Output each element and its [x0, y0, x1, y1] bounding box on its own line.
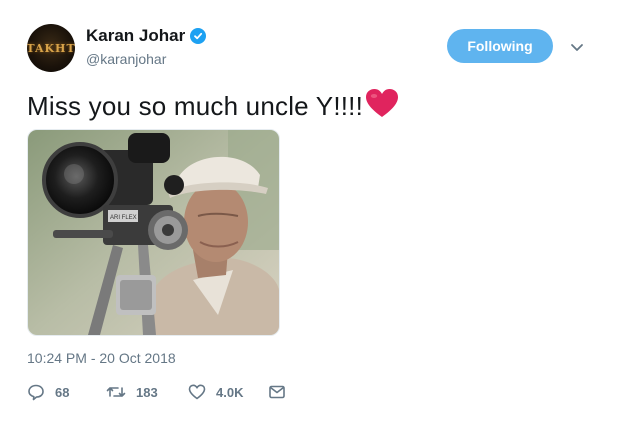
avatar[interactable]: TAKHT: [27, 24, 75, 72]
photo-image: ARI FLEX: [28, 130, 279, 335]
svg-text:ARI FLEX: ARI FLEX: [110, 215, 137, 221]
reply-button[interactable]: 68: [27, 383, 106, 401]
like-icon: [188, 383, 206, 401]
retweet-count: 183: [136, 384, 158, 400]
reply-icon: [27, 383, 45, 401]
tweet-text: Miss you so much uncle Y!!!!: [27, 88, 399, 125]
like-button[interactable]: 4.0K: [188, 383, 268, 401]
direct-message-button[interactable]: [268, 383, 286, 401]
user-handle[interactable]: @karanjohar: [86, 51, 166, 67]
retweet-icon: [106, 383, 126, 401]
retweet-button[interactable]: 183: [106, 383, 188, 401]
tweet-photo[interactable]: ARI FLEX: [27, 129, 280, 336]
following-button[interactable]: Following: [447, 29, 553, 63]
tweet-text-content: Miss you so much uncle Y!!!!: [27, 91, 364, 121]
verified-badge-icon: [190, 28, 207, 44]
chevron-down-icon[interactable]: [568, 38, 586, 56]
author-name-row[interactable]: Karan Johar: [86, 26, 207, 46]
direct-message-icon: [268, 383, 286, 401]
avatar-logo-text: TAKHT: [27, 41, 75, 55]
display-name[interactable]: Karan Johar: [86, 26, 185, 46]
reply-count: 68: [55, 384, 70, 400]
tweet-timestamp[interactable]: 10:24 PM - 20 Oct 2018: [27, 350, 176, 366]
tweet-actions: 68 183 4.0K: [27, 383, 286, 401]
heart-emoji-icon: [365, 88, 399, 125]
like-count: 4.0K: [216, 384, 244, 400]
